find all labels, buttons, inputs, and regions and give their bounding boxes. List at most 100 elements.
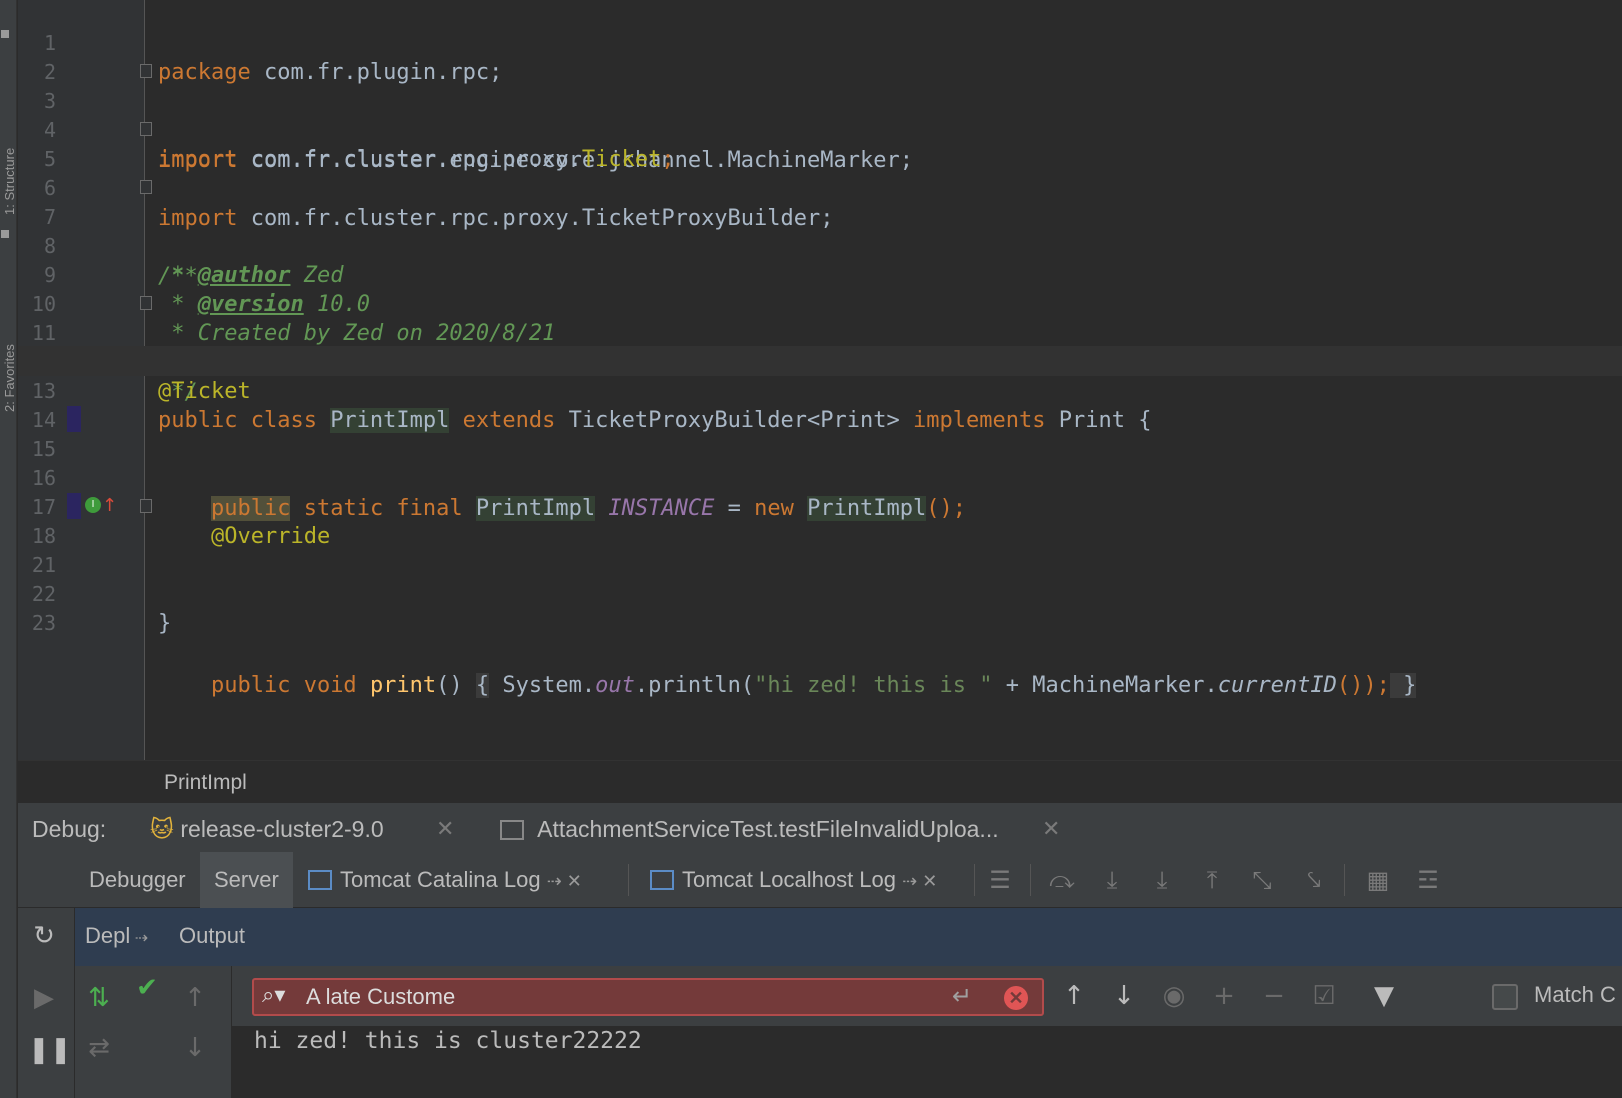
- code-line[interactable]: 4 import com.fr.cluster.rpc.proxy.Ticket…: [18, 85, 1622, 172]
- folded-brace[interactable]: {: [475, 673, 490, 698]
- code-line[interactable]: 22 }: [18, 549, 1622, 636]
- code-line[interactable]: 2: [18, 27, 1622, 84]
- next-occurrence-icon[interactable]: ↓: [1108, 980, 1140, 1012]
- method-name: print: [369, 673, 437, 698]
- breakpoint-marker[interactable]: [67, 493, 81, 519]
- match-case-checkbox[interactable]: [1492, 984, 1518, 1010]
- line-number: 23: [31, 611, 56, 635]
- fold-toggle-icon[interactable]: [140, 180, 152, 194]
- method-call: .println(: [634, 673, 755, 698]
- fold-toggle-icon[interactable]: [140, 64, 152, 78]
- code-line[interactable]: 14: [18, 375, 1622, 432]
- pin-icon[interactable]: ⇢ ✕: [902, 871, 937, 891]
- debug-toolbar: Debugger Server Tomcat Catalina Log ⇢ ✕ …: [18, 852, 1622, 908]
- code-line[interactable]: 12 @Ticket: [18, 317, 1622, 404]
- resume-icon[interactable]: ▶: [28, 982, 60, 1014]
- debug-session-tab[interactable]: 🐱 release-cluster2-9.0: [150, 816, 384, 843]
- breakpoint-marker[interactable]: [67, 406, 81, 432]
- evaluate-icon[interactable]: ▦: [1364, 866, 1392, 894]
- structure-tool-label: 1: Structure: [2, 147, 17, 215]
- class-ref: System.: [489, 673, 596, 698]
- search-icon[interactable]: ⌕▾: [262, 983, 285, 1008]
- clear-search-icon[interactable]: ✕: [1004, 986, 1028, 1010]
- undeploy-icon[interactable]: ⇄: [83, 1032, 115, 1064]
- step-out-icon[interactable]: ⤒: [1198, 866, 1226, 894]
- code-editor[interactable]: 1 package com.fr.plugin.rpc; 2 3 import …: [18, 0, 1622, 760]
- deployment-actions: ⇅ ✔ ↑ ⇄ ↓: [75, 966, 232, 1098]
- trace-icon[interactable]: ☲: [1414, 866, 1442, 894]
- override-arrow-icon[interactable]: ↑: [102, 491, 117, 521]
- string-literal: "hi zed! this is ": [754, 673, 993, 698]
- fold-toggle-icon[interactable]: [140, 296, 152, 310]
- code-line[interactable]: 11 */: [18, 288, 1622, 405]
- pause-icon[interactable]: ❚❚: [28, 1034, 72, 1066]
- up-arrow-icon[interactable]: ↑: [179, 982, 211, 1014]
- tab-tomcat-localhost-log[interactable]: Tomcat Localhost Log ⇢ ✕: [636, 852, 951, 908]
- code-line[interactable]: 5 import com.fr.cluster.rpc.proxy.Ticket…: [18, 114, 1622, 231]
- code-line[interactable]: 8 * @author Zed: [18, 201, 1622, 288]
- select-all-occurrences-icon[interactable]: ☑: [1308, 980, 1340, 1012]
- close-icon[interactable]: ✕: [1042, 816, 1060, 842]
- step-over-icon[interactable]: ⤼: [1048, 866, 1076, 894]
- filter-icon[interactable]: ▼: [1368, 980, 1400, 1012]
- class-ref: + MachineMarker.: [992, 673, 1218, 698]
- code-line[interactable]: 7 /**: [18, 172, 1622, 289]
- close-icon[interactable]: ✕: [436, 816, 454, 842]
- tab-server[interactable]: Server: [200, 852, 293, 908]
- remove-occurrence-icon[interactable]: −: [1258, 980, 1290, 1012]
- left-tool-strip: 1: Structure 2: Favorites: [0, 0, 17, 1098]
- search-box[interactable]: ⌕▾ ↵ ✕: [252, 978, 1044, 1016]
- folded-brace[interactable]: }: [1389, 673, 1417, 698]
- closing-brace: }: [158, 611, 172, 636]
- force-step-into-icon[interactable]: ⤓: [1148, 866, 1176, 894]
- server-subtabs: Depl ⇢ Output: [75, 908, 1622, 966]
- code-line[interactable]: 3 import com.fr.cluster.engine.core.jcha…: [18, 56, 1622, 173]
- tab-deployment[interactable]: Depl ⇢: [85, 923, 148, 949]
- implements-method-icon[interactable]: I: [85, 497, 101, 513]
- tab-output[interactable]: Output: [179, 923, 245, 949]
- code-line[interactable]: 15 public static final PrintImpl INSTANC…: [18, 404, 1622, 521]
- tab-debugger[interactable]: Debugger: [75, 852, 200, 908]
- static-method: currentID: [1217, 673, 1337, 698]
- breadcrumb-class[interactable]: PrintImpl: [164, 771, 247, 795]
- code-line-current[interactable]: 13 public class PrintImpl extends Ticket…: [18, 346, 1622, 433]
- pin-icon[interactable]: ⇢ ✕: [547, 871, 582, 891]
- run-to-cursor-icon[interactable]: ⤥: [1300, 866, 1328, 894]
- find-all-icon[interactable]: ◉: [1158, 980, 1190, 1012]
- menu-icon[interactable]: ☰: [986, 866, 1014, 894]
- code-line[interactable]: 16: [18, 433, 1622, 490]
- add-occurrence-icon[interactable]: +: [1208, 980, 1240, 1012]
- previous-occurrence-icon[interactable]: ↑: [1058, 980, 1090, 1012]
- separator: [1344, 864, 1345, 896]
- down-arrow-icon[interactable]: ↓: [179, 1032, 211, 1064]
- code-line[interactable]: 21: [18, 520, 1622, 577]
- fold-toggle-icon[interactable]: [140, 122, 152, 136]
- deploy-icon[interactable]: ⇅: [83, 982, 115, 1014]
- code-line[interactable]: 17 @Override: [18, 462, 1622, 549]
- tab-label: Tomcat Catalina Log: [340, 867, 541, 892]
- tab-label: Tomcat Localhost Log: [682, 867, 897, 892]
- debug-header: Debug: 🐱 release-cluster2-9.0 ✕ Attachme…: [18, 802, 1622, 852]
- code-line[interactable]: 1 package com.fr.plugin.rpc;: [18, 0, 1622, 85]
- debug-session-tab[interactable]: AttachmentServiceTest.testFileInvalidUpl…: [500, 816, 999, 843]
- favorites-tool-label: 2: Favorites: [2, 344, 17, 412]
- breadcrumb: PrintImpl: [18, 760, 1622, 802]
- status-ok-icon: ✔: [136, 973, 158, 1003]
- code-line[interactable]: 6: [18, 143, 1622, 200]
- output-search-bar: ⌕▾ ↵ ✕ ↑ ↓ ◉ + − ☑ ▼ Match C: [232, 966, 1622, 1026]
- debug-session-label: AttachmentServiceTest.testFileInvalidUpl…: [537, 816, 999, 842]
- drop-frame-icon[interactable]: ⤡: [1248, 866, 1276, 894]
- code-line[interactable]: 18 I ↑ public void print() { System.out.…: [18, 491, 1622, 698]
- code-line[interactable]: 9 * @version 10.0: [18, 230, 1622, 317]
- tab-tomcat-catalina-log[interactable]: Tomcat Catalina Log ⇢ ✕: [294, 852, 596, 908]
- code-line[interactable]: 23: [18, 578, 1622, 635]
- console-output[interactable]: hi zed! this is cluster22222: [232, 1026, 1622, 1098]
- restart-icon[interactable]: ↻: [28, 920, 60, 952]
- fold-toggle-icon[interactable]: [140, 499, 152, 513]
- search-input[interactable]: [306, 982, 946, 1012]
- structure-icon: [1, 30, 9, 38]
- console-line: hi zed! this is cluster22222: [254, 1028, 642, 1054]
- match-case-label: Match C: [1534, 982, 1616, 1007]
- step-into-icon[interactable]: ⤓: [1098, 866, 1126, 894]
- code-line[interactable]: 10 * Created by Zed on 2020/8/21: [18, 259, 1622, 346]
